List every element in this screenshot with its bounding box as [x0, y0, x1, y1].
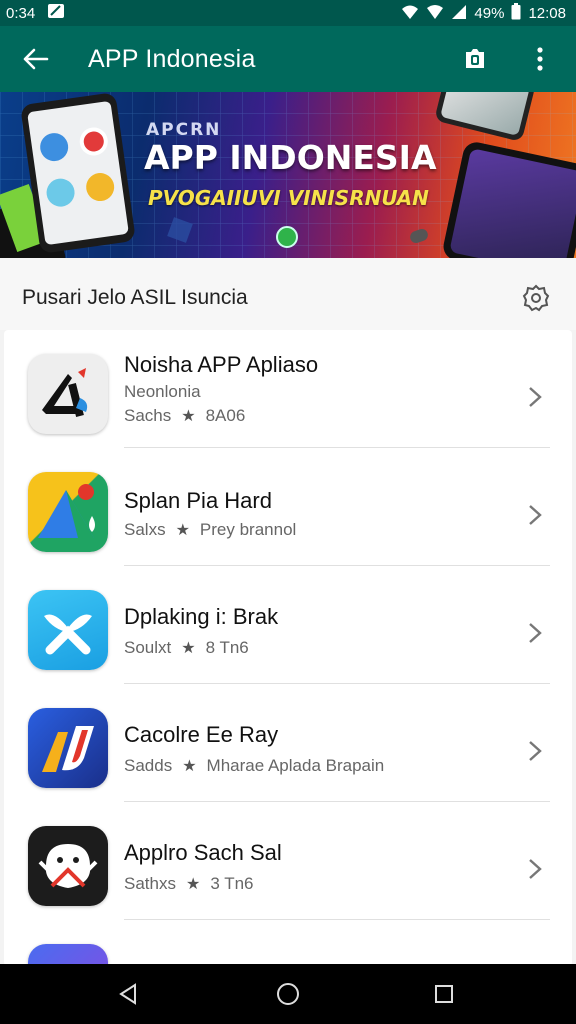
- section-header: Pusari Jelo ASIL Isuncia: [0, 258, 576, 330]
- app-name: Cacolre Ee Ray: [124, 722, 279, 747]
- app-rating-text: 3 Tn6: [210, 874, 254, 893]
- app-name: Splan Pia Hard: [124, 488, 272, 513]
- camera-icon: [466, 49, 484, 68]
- battery-percent: 49%: [474, 5, 505, 22]
- back-button[interactable]: [20, 44, 52, 74]
- app-rating-text: 8A06: [205, 406, 246, 425]
- notification-icon: [47, 3, 65, 23]
- status-clock: 12:08: [528, 5, 566, 22]
- app-meta: Sathxs ★ 3 Tn6: [124, 874, 254, 894]
- app-icon: [28, 826, 108, 906]
- banner-phone-image: [20, 92, 136, 254]
- app-icon: [28, 472, 108, 552]
- app-icon: [28, 590, 108, 670]
- page-title: APP Indonesia: [88, 45, 256, 73]
- circle-home-icon: [277, 983, 299, 1005]
- star-icon: ★: [185, 876, 201, 893]
- app-bar: APP Indonesia: [0, 26, 576, 92]
- banner-small-text: APCRN: [146, 120, 222, 140]
- app-name: Applro Sach Sal: [124, 840, 282, 865]
- status-bar: 0:34 49% 12:08: [0, 0, 576, 26]
- banner-subtitle: PVOGAIIUVI VINISRNUAN: [148, 186, 429, 210]
- app-meta: Salxs ★ Prey brannol: [124, 520, 296, 540]
- list-item[interactable]: Dplaking i: Brak Soulxt ★ 8 Tn6: [4, 566, 572, 684]
- app-category: Salxs: [124, 520, 166, 539]
- list-item[interactable]: Splan Pia Hard Salxs ★ Prey brannol: [4, 448, 572, 566]
- banner-title: APP INDONESIA: [144, 138, 437, 177]
- star-icon: ★: [181, 640, 196, 657]
- cell-signal-icon: [451, 4, 467, 24]
- chevron-right-icon: [524, 854, 546, 884]
- app-name: Noisha APP Apliaso: [124, 352, 319, 377]
- app-rating-text: Prey brannol: [199, 520, 297, 539]
- nav-recents-button[interactable]: [428, 978, 460, 1010]
- app-category: Sathxs: [124, 874, 176, 893]
- app-meta: Sachs ★ 8A06: [124, 406, 245, 426]
- app-category: Sachs: [124, 406, 172, 425]
- battery-icon: [511, 3, 521, 24]
- app-category: Soulxt: [124, 638, 172, 657]
- list-item[interactable]: Applro Sach Sal Sathxs ★ 3 Tn6: [4, 802, 572, 920]
- app-icon: [28, 354, 108, 434]
- section-title: Pusari Jelo ASIL Isuncia: [22, 286, 248, 309]
- chevron-right-icon: [524, 382, 546, 412]
- square-recents-icon: [435, 985, 453, 1003]
- star-icon: ★: [181, 408, 196, 425]
- system-nav-bar: [0, 964, 576, 1024]
- star-icon: ★: [182, 758, 197, 775]
- list-item-partial[interactable]: [4, 920, 572, 966]
- more-options-button[interactable]: [526, 44, 554, 74]
- list-item[interactable]: Noisha APP Apliaso Neonlonia Sachs ★ 8A0…: [4, 330, 572, 448]
- app-meta: Soulxt ★ 8 Tn6: [124, 638, 249, 658]
- chevron-right-icon: [524, 500, 546, 530]
- more-vert-icon: [537, 47, 543, 71]
- app-rating-text: Mharae Aplada Brapain: [206, 756, 385, 775]
- nav-back-button[interactable]: [112, 978, 144, 1010]
- app-icon: [28, 944, 108, 966]
- screen: 0:34 49% 12:08 APP Indonesia APCRN APP I…: [0, 0, 576, 1024]
- app-developer: Neonlonia: [124, 382, 201, 401]
- app-icon: [28, 708, 108, 788]
- app-name: Dplaking i: Brak: [124, 604, 279, 629]
- triangle-back-icon: [119, 983, 136, 1005]
- arrow-back-icon: [23, 48, 49, 70]
- banner-leaf-icon: [276, 226, 298, 248]
- nav-home-button[interactable]: [272, 978, 304, 1010]
- list-item[interactable]: Cacolre Ee Ray Sadds ★ Mharae Aplada Bra…: [4, 684, 572, 802]
- screenshot-button[interactable]: [460, 44, 490, 74]
- wifi-icon: [401, 4, 419, 24]
- promo-banner[interactable]: APCRN APP INDONESIA PVOGAIIUVI VINISRNUA…: [0, 92, 576, 258]
- chevron-right-icon: [524, 736, 546, 766]
- app-category: Sadds: [124, 756, 173, 775]
- app-rating-text: 8 Tn6: [205, 638, 249, 657]
- app-meta: Sadds ★ Mharae Aplada Brapain: [124, 756, 384, 776]
- gear-icon: [522, 284, 550, 312]
- status-time: 0:34: [6, 4, 36, 22]
- app-list: Noisha APP Apliaso Neonlonia Sachs ★ 8A0…: [4, 330, 572, 966]
- wifi-signal-icon: [426, 4, 444, 24]
- star-icon: ★: [175, 522, 190, 539]
- settings-button[interactable]: [520, 282, 552, 314]
- chevron-right-icon: [524, 618, 546, 648]
